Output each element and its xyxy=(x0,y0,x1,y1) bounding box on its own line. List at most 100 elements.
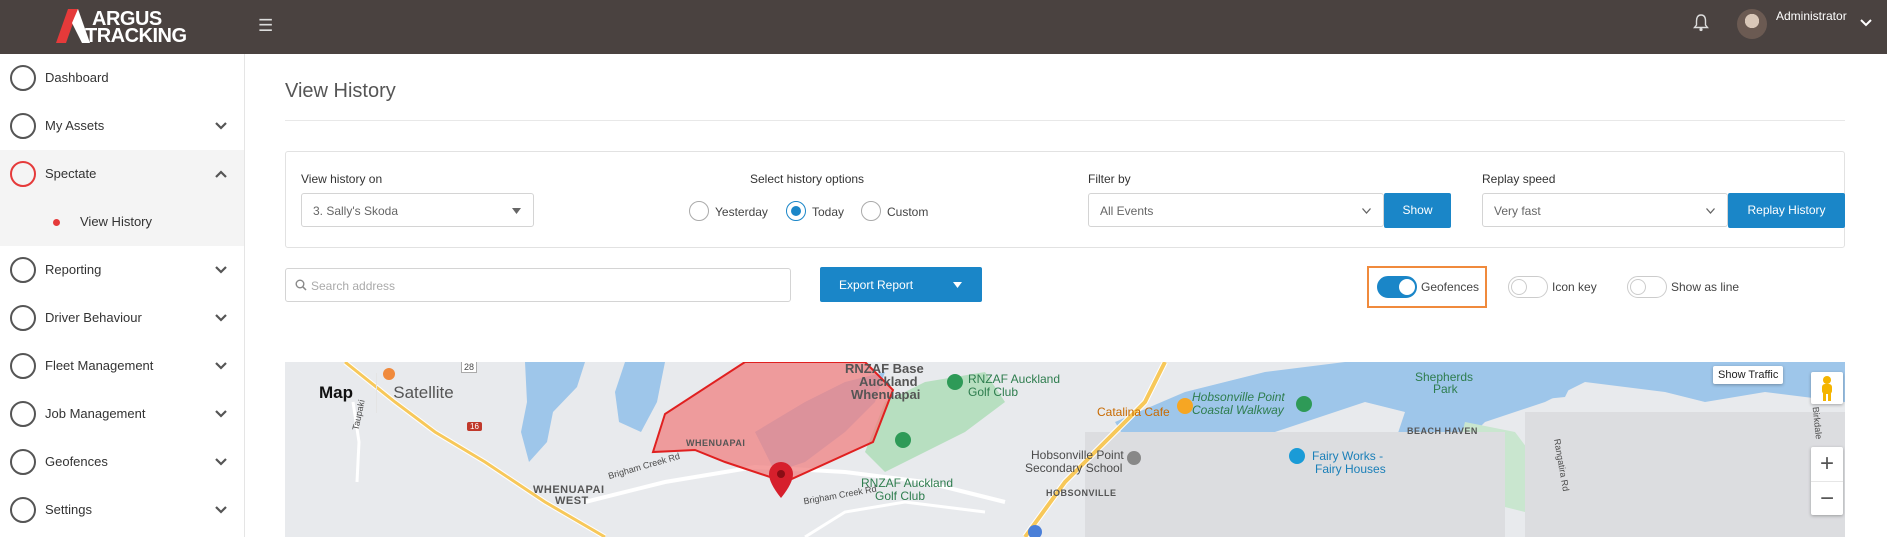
chevron-down-icon xyxy=(215,266,227,274)
zoom-out-button[interactable]: − xyxy=(1811,481,1843,515)
page-title: View History xyxy=(285,80,396,102)
sidebar-subitem-view-history[interactable]: View History xyxy=(0,198,244,246)
asset-select[interactable]: 3. Sally's Skoda xyxy=(301,193,534,227)
driver-icon xyxy=(10,305,36,331)
radio-yesterday[interactable] xyxy=(689,201,709,221)
sidebar-item-spectate[interactable]: Spectate xyxy=(0,150,244,198)
avatar[interactable] xyxy=(1737,9,1767,39)
view-history-label: View history on xyxy=(301,172,383,186)
caret-down-icon xyxy=(512,208,521,214)
show-as-line-toggle-label: Show as line xyxy=(1671,280,1740,294)
chevron-down-icon xyxy=(215,314,227,322)
chevron-down-icon xyxy=(1706,208,1715,214)
export-report-button[interactable]: Export Report xyxy=(820,267,982,302)
sidebar: Dashboard My Assets Spectate View Histor… xyxy=(0,54,245,537)
show-traffic-button[interactable]: Show Traffic xyxy=(1713,366,1784,384)
top-bar: ARGUS TRACKING ☰ Administrator xyxy=(0,0,1887,54)
show-button[interactable]: Show xyxy=(1384,193,1451,228)
menu-toggle-icon[interactable]: ☰ xyxy=(258,16,273,36)
map-label: Golf Club xyxy=(968,385,1019,399)
history-options-label: Select history options xyxy=(750,172,865,186)
pegman-icon xyxy=(1822,376,1832,401)
chevron-down-icon xyxy=(215,506,227,514)
zoom-control: + − xyxy=(1811,447,1843,515)
radio-custom-label[interactable]: Custom xyxy=(887,205,928,219)
sidebar-item-job-management[interactable]: Job Management xyxy=(0,390,244,438)
sidebar-item-fleet-management[interactable]: Fleet Management xyxy=(0,342,244,390)
chevron-down-icon xyxy=(215,362,227,370)
sidebar-item-label: Job Management xyxy=(45,406,146,421)
history-map[interactable]: RNZAF Base Auckland Whenuapai RNZAF Auck… xyxy=(285,362,1845,537)
sidebar-item-driver-behaviour[interactable]: Driver Behaviour xyxy=(0,294,244,342)
user-menu-chevron-down-icon[interactable] xyxy=(1860,18,1872,28)
filter-by-label: Filter by xyxy=(1088,172,1131,186)
gear-icon xyxy=(10,497,36,523)
user-name[interactable]: Administrator xyxy=(1776,9,1847,23)
asset-select-value: 3. Sally's Skoda xyxy=(313,204,399,218)
replay-speed-label: Replay speed xyxy=(1482,172,1556,186)
radio-custom[interactable] xyxy=(861,201,881,221)
location-pin-icon xyxy=(10,161,36,187)
map-label: Whenuapai xyxy=(851,387,921,402)
caret-down-icon[interactable] xyxy=(953,282,962,288)
sidebar-item-settings[interactable]: Settings xyxy=(0,486,244,534)
map-label: Hobsonville Point xyxy=(1192,390,1285,404)
geofence-icon xyxy=(10,449,36,475)
zoom-in-button[interactable]: + xyxy=(1811,447,1843,481)
chevron-down-icon xyxy=(215,458,227,466)
chevron-down-icon xyxy=(1362,208,1371,214)
sidebar-item-label: Geofences xyxy=(45,454,108,469)
sidebar-item-label: My Assets xyxy=(45,118,105,133)
sidebar-subitem-label: View History xyxy=(80,214,153,229)
map-label: Coastal Walkway xyxy=(1192,403,1284,417)
map-label: Golf Club xyxy=(875,489,926,503)
radio-today[interactable] xyxy=(786,201,806,221)
icon-key-toggle-label: Icon key xyxy=(1552,280,1597,294)
sidebar-item-geofences[interactable]: Geofences xyxy=(0,438,244,486)
map-label: HOBSONVILLE xyxy=(1046,488,1117,498)
search-address-input[interactable]: Search address xyxy=(285,268,791,302)
map-label: WEST xyxy=(555,495,589,507)
search-icon xyxy=(295,279,307,291)
replay-speed-select[interactable]: Very fast xyxy=(1482,193,1728,227)
report-icon xyxy=(10,257,36,283)
map-label: Park xyxy=(1433,382,1458,396)
briefcase-icon xyxy=(10,401,36,427)
icon-key-toggle[interactable] xyxy=(1508,276,1548,298)
sidebar-item-reporting[interactable]: Reporting xyxy=(0,246,244,294)
map-label: Hobsonville Point xyxy=(1031,448,1124,462)
radio-yesterday-label[interactable]: Yesterday xyxy=(715,205,768,219)
map-label: Fairy Works - xyxy=(1312,449,1384,463)
toggle-knob xyxy=(1630,279,1646,295)
map-label: WHENUAPAI xyxy=(686,438,746,448)
show-as-line-toggle[interactable] xyxy=(1627,276,1667,298)
argus-logo[interactable]: ARGUS TRACKING xyxy=(56,7,187,47)
export-report-label: Export Report xyxy=(839,278,914,292)
toggle-knob xyxy=(1399,279,1415,295)
filter-select[interactable]: All Events xyxy=(1088,193,1384,227)
sidebar-item-label: Settings xyxy=(45,502,92,517)
satellite-button[interactable]: Satellite xyxy=(376,373,470,413)
geofences-toggle-label: Geofences xyxy=(1421,280,1480,294)
logo-text-line2: TRACKING xyxy=(85,25,187,47)
sidebar-item-label: Fleet Management xyxy=(45,358,154,373)
sidebar-item-my-assets[interactable]: My Assets xyxy=(0,102,244,150)
sidebar-item-label: Spectate xyxy=(45,166,97,181)
replay-history-button[interactable]: Replay History xyxy=(1728,193,1845,228)
radio-today-label[interactable]: Today xyxy=(812,205,844,219)
geofences-toggle[interactable] xyxy=(1377,276,1417,298)
search-placeholder: Search address xyxy=(311,279,396,293)
sidebar-item-label: Driver Behaviour xyxy=(45,310,142,325)
filter-select-value: All Events xyxy=(1100,204,1154,218)
street-view-pegman-icon[interactable] xyxy=(1811,372,1843,404)
map-label: Secondary School xyxy=(1025,461,1123,475)
road-shield: 28 xyxy=(461,362,478,373)
chevron-down-icon xyxy=(215,122,227,130)
chevron-down-icon xyxy=(215,410,227,418)
divider xyxy=(285,120,1845,121)
road-shield: 16 xyxy=(467,422,482,431)
sidebar-item-dashboard[interactable]: Dashboard xyxy=(0,54,244,102)
notification-bell-icon[interactable] xyxy=(1693,14,1709,32)
map-button[interactable]: Map xyxy=(296,373,376,413)
chevron-up-icon xyxy=(215,170,227,178)
